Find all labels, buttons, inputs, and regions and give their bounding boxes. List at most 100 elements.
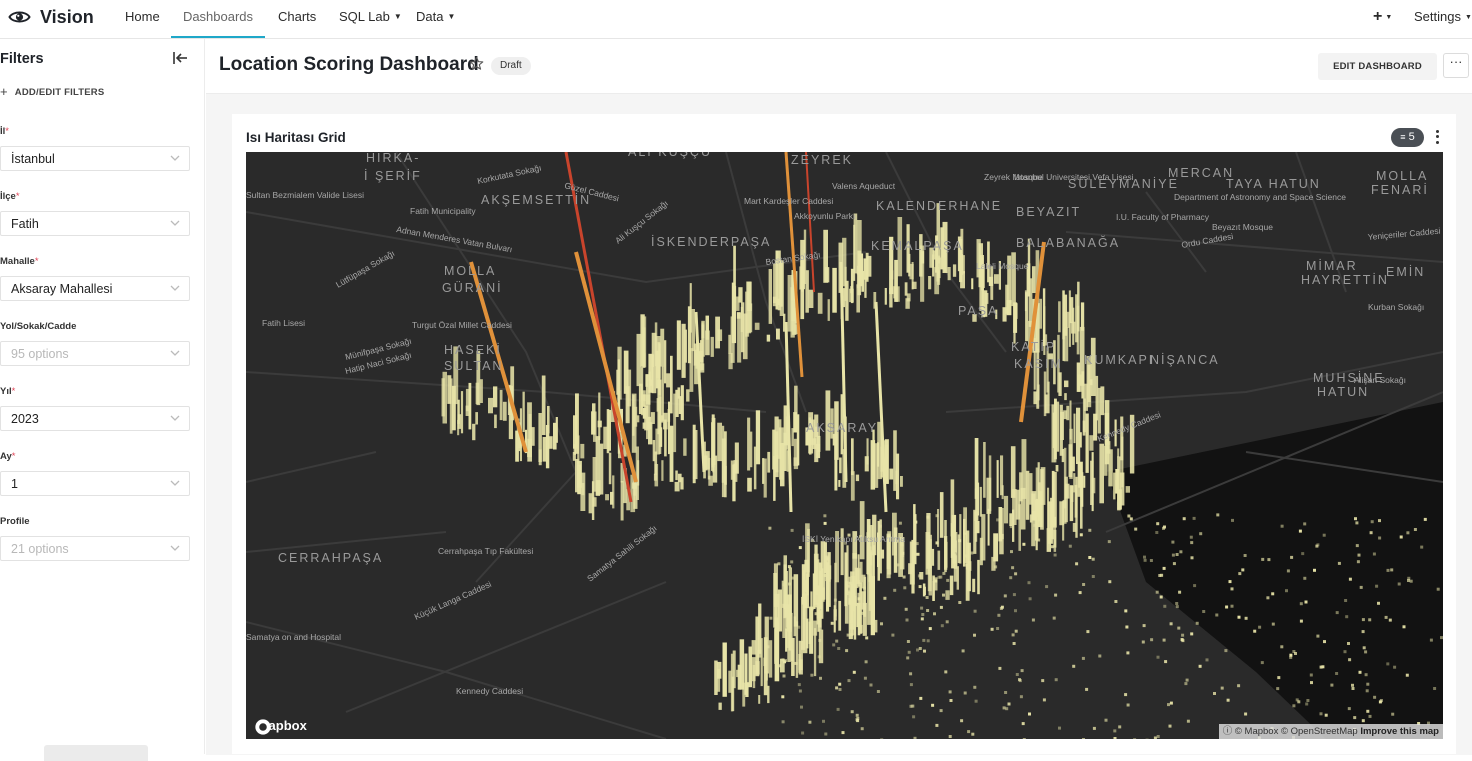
heat-column [825, 267, 830, 282]
heat-column [999, 534, 1004, 554]
add-edit-filters-button[interactable]: +ADD/EDIT FILTERS [0, 84, 104, 99]
status-badge[interactable]: Draft [491, 57, 531, 75]
nav-dashboards-label: Dashboards [183, 9, 253, 24]
heat-cell [1113, 729, 1116, 732]
filter-select-mahalle[interactable]: Aksaray Mahallesi [0, 276, 190, 301]
heat-column [608, 410, 611, 451]
heat-cell [1175, 602, 1178, 605]
heat-cell [950, 699, 953, 702]
heat-column [986, 478, 991, 514]
settings-menu[interactable]: Settings▼ [1414, 0, 1472, 38]
heat-cell [783, 583, 786, 586]
heatmap-3d-map[interactable]: HIRKA-İ ŞERİFALİ KUŞÇUZEYREKSÜLEYMANİYEM… [246, 152, 1443, 739]
heat-cell [1022, 722, 1025, 725]
heat-column [639, 384, 643, 414]
heat-cell [1280, 645, 1283, 648]
collapse-sidebar-button[interactable] [172, 51, 188, 70]
heat-cell [1176, 553, 1179, 556]
heat-column [800, 240, 805, 289]
mapbox-logo[interactable]: mapbox [254, 718, 307, 733]
heat-cell [1005, 707, 1008, 710]
mapbox-icon [254, 718, 272, 736]
heat-cell [1398, 583, 1401, 586]
filter-select-ilce[interactable]: Fatih [0, 211, 190, 236]
filters-title: Filters [0, 51, 44, 67]
heat-column [851, 269, 854, 303]
chevron-down-icon [170, 480, 180, 487]
heat-cell [1085, 688, 1088, 691]
heat-cell [799, 690, 802, 693]
heat-column [1087, 365, 1090, 402]
attrib-osm-link[interactable]: © OpenStreetMap [1281, 726, 1358, 737]
star-icon [469, 56, 484, 71]
heat-cell [1009, 576, 1012, 579]
heat-column [717, 669, 720, 692]
nav-sql-lab[interactable]: SQL Lab▼ [339, 0, 402, 38]
apply-filters-button[interactable] [44, 745, 148, 761]
heat-cell [926, 609, 929, 612]
map-canvas[interactable]: HIRKA-İ ŞERİFALİ KUŞÇUZEYREKSÜLEYMANİYEM… [246, 152, 1443, 739]
filter-select-ay[interactable]: 1 [0, 471, 190, 496]
nav-data[interactable]: Data▼ [416, 0, 455, 38]
heat-cell [965, 555, 968, 558]
heat-cell [903, 586, 906, 589]
heat-column [980, 487, 982, 517]
filter-select-yil[interactable]: 2023 [0, 406, 190, 431]
heat-column [869, 574, 871, 611]
heat-column [891, 270, 894, 279]
heat-column [714, 661, 718, 696]
heat-column [1054, 441, 1056, 463]
heat-cell [1150, 638, 1153, 641]
nav-dashboards[interactable]: Dashboards [171, 0, 265, 38]
heat-cell [1344, 650, 1347, 653]
heat-cell [1014, 572, 1017, 575]
more-options-button[interactable]: ··· [1443, 53, 1469, 78]
edit-dashboard-button[interactable]: EDIT DASHBOARD [1318, 53, 1437, 80]
heat-cell [863, 587, 866, 590]
heat-cell [1013, 642, 1016, 645]
heat-column [1065, 477, 1068, 523]
heat-cell [842, 731, 845, 734]
heat-column [779, 427, 784, 479]
heat-cell [769, 617, 772, 620]
info-icon[interactable]: ⓘ [1223, 726, 1233, 737]
heat-column [975, 521, 979, 533]
heat-cell [797, 626, 800, 629]
heat-cell [850, 633, 853, 636]
heat-cell [790, 560, 793, 563]
district-label: BALABANAĞA [1016, 235, 1120, 250]
heat-column [711, 422, 714, 471]
heat-cell [1157, 656, 1160, 659]
nav-home[interactable]: Home [125, 0, 160, 38]
heat-cell [1108, 540, 1111, 543]
brand-logo[interactable]: Vision [8, 4, 94, 30]
heat-cell [1170, 622, 1173, 625]
filter-select-yol[interactable]: 95 options [0, 341, 190, 366]
chart-menu-icon[interactable] [1432, 128, 1442, 146]
street-label: Sultan Bezmialem Valide Lisesi [246, 190, 364, 200]
heat-cell [1301, 552, 1304, 555]
attrib-mapbox-link[interactable]: © Mapbox [1235, 726, 1278, 737]
improve-map-link[interactable]: Improve this map [1360, 726, 1439, 737]
filter-select-profile[interactable]: 21 options [0, 536, 190, 561]
heat-cell [1184, 682, 1187, 685]
heat-column [867, 438, 869, 464]
filter-label-mahalle: Mahalle* [0, 256, 39, 267]
heat-cell [920, 607, 923, 610]
nav-charts[interactable]: Charts [278, 0, 316, 38]
filter-select-il[interactable]: İstanbul [0, 146, 190, 171]
applied-filters-badge[interactable]: ≡ 5 [1391, 128, 1424, 147]
district-label: KEMALPAŞA [871, 239, 964, 253]
heat-cell [835, 640, 838, 643]
heat-cell [927, 639, 930, 642]
new-item-menu[interactable]: +▼ [1373, 0, 1392, 38]
heat-cell [923, 650, 926, 653]
heat-cell [936, 514, 939, 517]
favorite-star-icon[interactable] [469, 56, 484, 76]
heat-cell [1108, 580, 1111, 583]
street-label: Fatih Municipality [410, 206, 476, 216]
heat-column [600, 444, 603, 495]
heat-column [719, 703, 722, 710]
heat-cell [1023, 738, 1026, 739]
district-label: AKŞEMSETTİN [481, 193, 591, 207]
